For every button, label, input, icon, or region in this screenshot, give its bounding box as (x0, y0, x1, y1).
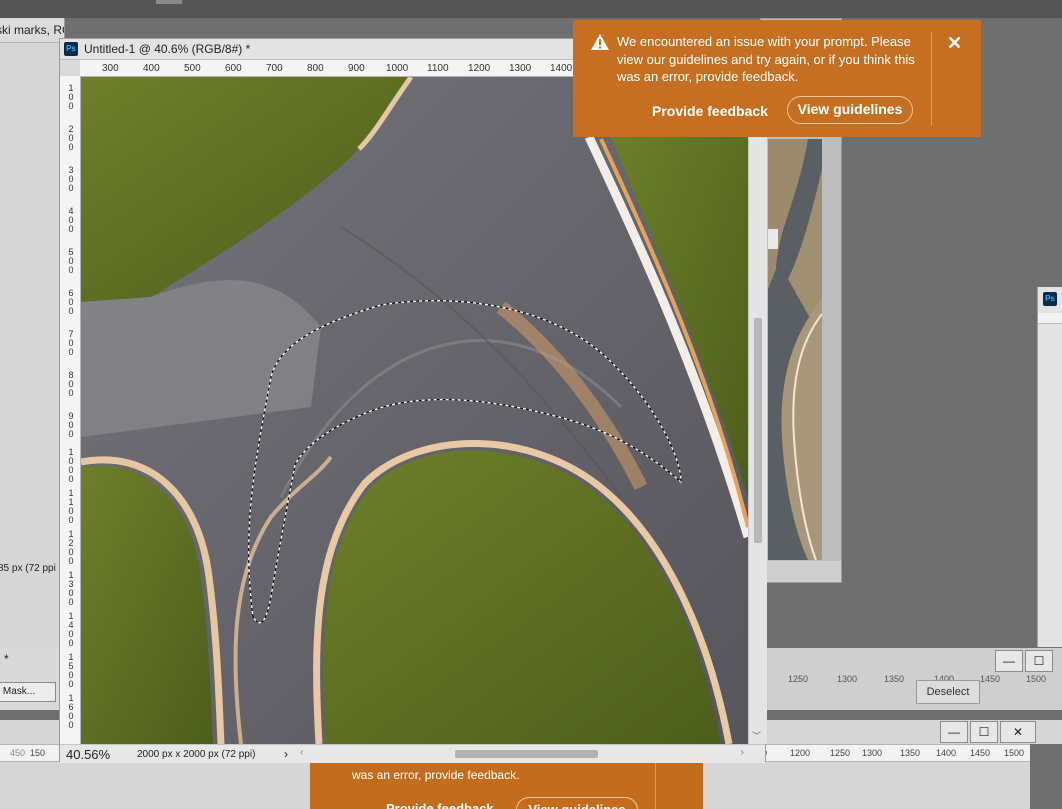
ruler-label: 1000 (386, 63, 409, 74)
ruler-label: 4 0 0 (68, 206, 74, 234)
ruler-label: 1500 (1026, 674, 1047, 684)
ruler-label: 6 0 0 (68, 288, 74, 316)
track-aerial-thumbnail (768, 139, 822, 560)
ruler-label: 1 2 0 0 (68, 529, 74, 566)
minimize-button[interactable]: — (940, 721, 968, 743)
ruler-label: 1250 (788, 674, 809, 684)
ruler-label: 1 5 0 0 (68, 652, 74, 689)
ruler-label: 800 (307, 63, 324, 74)
main-document-window[interactable]: Ps Untitled-1 @ 40.6% (RGB/8#) * 300 400… (59, 38, 767, 763)
scroll-left-icon[interactable]: ‹ (300, 747, 303, 758)
far-right-ruler (1038, 313, 1062, 324)
ruler-label: 1300 (862, 748, 883, 758)
close-icon[interactable]: ✕ (947, 33, 962, 54)
ruler-label: 1250 (830, 748, 851, 758)
ruler-label: 1 1 0 0 (68, 488, 74, 525)
ruler-label: 500 (184, 63, 201, 74)
secondary-view-guidelines-button[interactable]: View guidelines (516, 797, 638, 809)
unsaved-marker: * (4, 652, 9, 666)
toast-message: We encountered an issue with your prompt… (617, 34, 915, 84)
toast-divider (931, 32, 932, 125)
vertical-scroll-thumb[interactable] (754, 318, 762, 543)
document-dimensions: 2000 px x 2000 px (72 ppi) (137, 749, 256, 760)
ruler-label: 1 4 0 0 (68, 611, 74, 648)
secondary-provide-feedback-button[interactable]: Provide feedback (386, 801, 494, 809)
ruler-label: 3 0 0 (68, 165, 74, 193)
photoshop-icon: Ps (64, 42, 78, 56)
ruler-label: 1200 (790, 748, 811, 758)
ruler-label: 600 (225, 63, 242, 74)
status-menu-arrow-icon[interactable]: › (284, 747, 288, 761)
ruler-label: 1400 (550, 63, 573, 74)
ruler-label: 300 (102, 63, 119, 74)
band-window-controls: — ☐ (993, 650, 1053, 672)
ruler-label: 150 (30, 748, 46, 758)
horizontal-scrollbar[interactable]: ‹ › (300, 747, 748, 760)
workspace-gap (1030, 744, 1062, 809)
ruler-label: 1100 (427, 63, 449, 74)
menu-fragment (156, 0, 182, 4)
ruler-label: 1400 (936, 748, 957, 758)
maximize-button[interactable]: ☐ (970, 721, 998, 743)
scroll-down-icon[interactable]: ﹀ (752, 729, 761, 742)
workspace-top-strip (0, 0, 1062, 18)
ruler-label: 1 3 0 0 (68, 570, 74, 607)
ruler-label: 1450 (980, 674, 1001, 684)
background-image-preview (768, 139, 822, 560)
maximize-button[interactable]: ☐ (1025, 650, 1053, 672)
background-window-titlebar[interactable]: ski marks, RGB/8#) * (0, 18, 64, 43)
background-window-status: 85 px (72 ppi (0, 560, 64, 578)
ruler-label: 700 (266, 63, 283, 74)
ruler-label: 1300 (509, 63, 532, 74)
ruler-label: 1200 (468, 63, 491, 74)
background-window-bottom (761, 561, 841, 582)
background-document-window[interactable]: ski marks, RGB/8#) * 85 px (72 ppi (0, 18, 65, 668)
aerial-track-image (81, 77, 748, 744)
ruler-label: 2 0 0 (68, 124, 74, 152)
ruler-label: 1350 (900, 748, 921, 758)
document-status-bar: 40.56% 2000 px x 2000 px (72 ppi) › ‹ › (60, 744, 765, 763)
document-canvas[interactable] (81, 77, 748, 744)
ruler-label: 1300 (837, 674, 858, 684)
ruler-label: 450 (10, 748, 26, 758)
ruler-label: 1450 (970, 748, 991, 758)
view-guidelines-button[interactable]: View guidelines (787, 96, 913, 124)
ruler-label: 7 0 0 (68, 329, 74, 357)
ruler-label: 1 0 0 (68, 83, 74, 111)
minimize-button[interactable]: — (995, 650, 1023, 672)
ruler-label: 1500 (1004, 748, 1025, 758)
ruler-label: 1350 (884, 674, 905, 684)
secondary-error-toast: was an error, provide feedback. Provide … (310, 755, 703, 809)
ruler-label: 400 (143, 63, 160, 74)
document-title: Untitled-1 @ 40.6% (RGB/8#) * (84, 42, 251, 56)
horizontal-scroll-thumb[interactable] (455, 750, 598, 758)
quick-mask-label: nd Mask... (0, 686, 36, 697)
zoom-level[interactable]: 40.56% (66, 747, 110, 762)
close-button[interactable]: ✕ (1000, 721, 1036, 743)
ruler-label: 1 6 0 0 (68, 693, 74, 730)
quick-mask-button[interactable]: nd Mask... (0, 682, 56, 702)
vertical-ruler[interactable]: 1 0 0 2 0 0 3 0 0 4 0 0 5 0 0 6 0 0 7 0 … (60, 76, 81, 744)
ruler-label: 1 0 0 0 (68, 447, 74, 484)
warning-icon (591, 34, 609, 50)
ruler-label: 8 0 0 (68, 370, 74, 398)
far-right-document-window[interactable]: Ps (1037, 287, 1062, 647)
ruler-label: 9 0 0 (68, 411, 74, 439)
photoshop-icon: Ps (1043, 292, 1057, 306)
ruler-label: 5 0 0 (68, 247, 74, 275)
band-left-panel: * nd Mask... (0, 648, 62, 710)
scroll-right-icon[interactable]: › (741, 747, 744, 758)
secondary-toast-message: was an error, provide feedback. (352, 768, 520, 782)
vertical-scrollbar[interactable]: ﹀ (748, 76, 767, 744)
ruler-label: 900 (348, 63, 365, 74)
secondary-toast-divider (655, 755, 656, 809)
deselect-button[interactable]: Deselect (916, 680, 980, 704)
provide-feedback-button[interactable]: Provide feedback (652, 103, 768, 119)
error-toast: We encountered an issue with your prompt… (573, 20, 981, 137)
background-window-title: ski marks, RGB/8#) * (0, 23, 64, 37)
bottom-window-controls: — ☐ ✕ (938, 721, 1036, 743)
background-window-status-text: 85 px (72 ppi (0, 563, 56, 574)
